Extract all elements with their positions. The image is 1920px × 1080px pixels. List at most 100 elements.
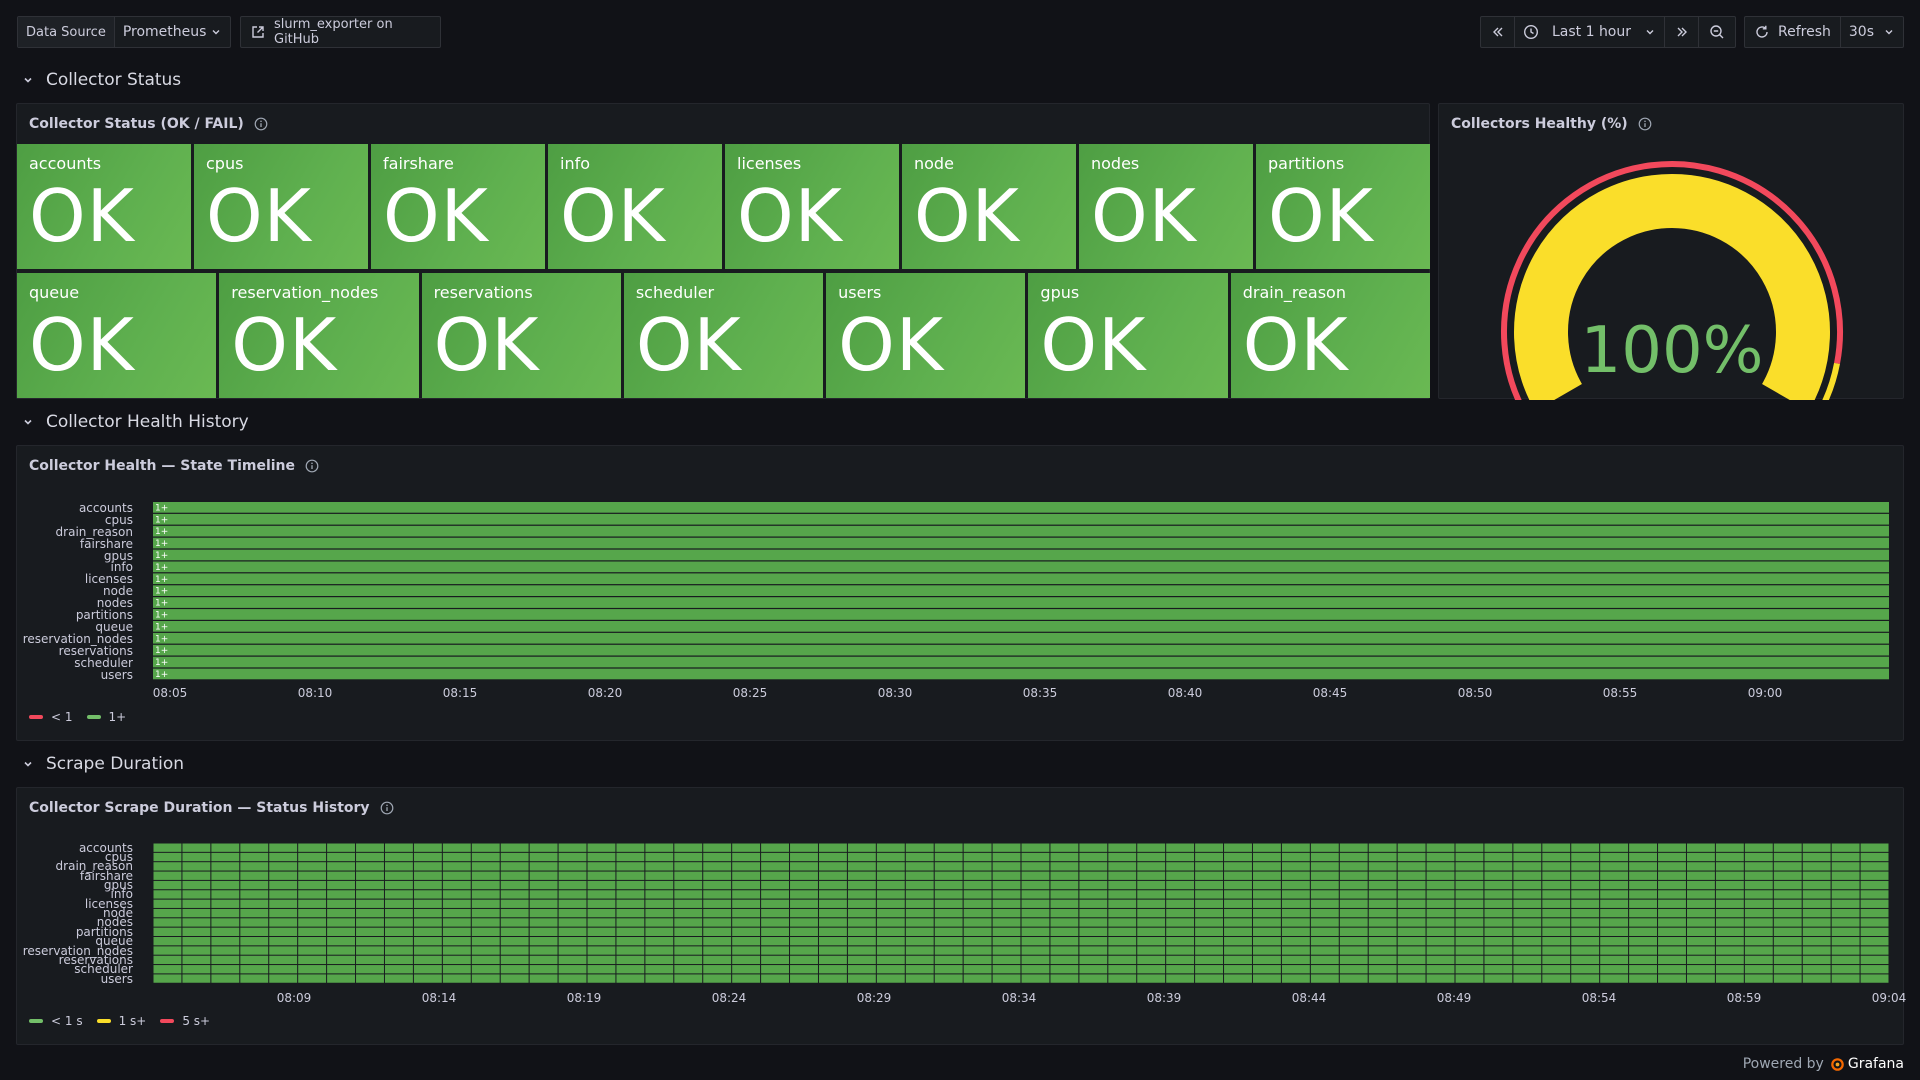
history-cell[interactable] bbox=[558, 880, 587, 890]
history-cell[interactable] bbox=[1600, 871, 1629, 880]
history-cell[interactable] bbox=[269, 918, 298, 927]
history-cell[interactable] bbox=[963, 899, 992, 908]
history-cell[interactable] bbox=[1195, 937, 1224, 946]
history-cell[interactable] bbox=[905, 890, 934, 899]
history-cell[interactable] bbox=[442, 965, 471, 974]
history-cell[interactable] bbox=[905, 946, 934, 955]
history-cell[interactable] bbox=[1571, 899, 1600, 908]
history-cell[interactable] bbox=[645, 908, 674, 918]
history-cell[interactable] bbox=[587, 862, 616, 871]
history-cell[interactable] bbox=[413, 899, 442, 908]
history-cell[interactable] bbox=[1802, 908, 1831, 918]
history-cell[interactable] bbox=[616, 880, 645, 890]
timeline-bar-gpus[interactable] bbox=[153, 549, 1889, 561]
history-cell[interactable] bbox=[674, 843, 703, 852]
history-cell[interactable] bbox=[1773, 937, 1802, 946]
history-cell[interactable] bbox=[1339, 937, 1368, 946]
history-cell[interactable] bbox=[384, 927, 413, 936]
history-cell[interactable] bbox=[645, 965, 674, 974]
history-cell[interactable] bbox=[732, 852, 761, 862]
history-cell[interactable] bbox=[1108, 937, 1137, 946]
history-cell[interactable] bbox=[471, 871, 500, 880]
history-cell[interactable] bbox=[471, 946, 500, 955]
row-collector-status[interactable]: Collector Status bbox=[22, 67, 181, 93]
history-cell[interactable] bbox=[645, 918, 674, 927]
history-cell[interactable] bbox=[1686, 843, 1715, 852]
history-cell[interactable] bbox=[1600, 974, 1629, 983]
history-cell[interactable] bbox=[1252, 852, 1281, 862]
history-cell[interactable] bbox=[1860, 955, 1889, 965]
history-cell[interactable] bbox=[1339, 946, 1368, 955]
history-cell[interactable] bbox=[1252, 862, 1281, 871]
history-cell[interactable] bbox=[1021, 908, 1050, 918]
history-cell[interactable] bbox=[616, 965, 645, 974]
history-cell[interactable] bbox=[471, 955, 500, 965]
history-cell[interactable] bbox=[1773, 890, 1802, 899]
history-cell[interactable] bbox=[471, 937, 500, 946]
history-cell[interactable] bbox=[153, 899, 182, 908]
history-cell[interactable] bbox=[1629, 880, 1658, 890]
history-cell[interactable] bbox=[1281, 918, 1310, 927]
history-cell[interactable] bbox=[529, 946, 558, 955]
history-cell[interactable] bbox=[818, 965, 847, 974]
history-cell[interactable] bbox=[1108, 974, 1137, 983]
history-cell[interactable] bbox=[1310, 871, 1339, 880]
history-cell[interactable] bbox=[1513, 965, 1542, 974]
history-cell[interactable] bbox=[529, 862, 558, 871]
history-cell[interactable] bbox=[616, 890, 645, 899]
history-cell[interactable] bbox=[1629, 965, 1658, 974]
history-cell[interactable] bbox=[1137, 908, 1166, 918]
history-cell[interactable] bbox=[269, 946, 298, 955]
history-cell[interactable] bbox=[703, 862, 732, 871]
history-cell[interactable] bbox=[1166, 899, 1195, 908]
history-cell[interactable] bbox=[500, 899, 529, 908]
history-cell[interactable] bbox=[413, 890, 442, 899]
history-cell[interactable] bbox=[153, 955, 182, 965]
history-cell[interactable] bbox=[1629, 843, 1658, 852]
history-cell[interactable] bbox=[587, 890, 616, 899]
history-cell[interactable] bbox=[1397, 918, 1426, 927]
history-cell[interactable] bbox=[471, 890, 500, 899]
history-cell[interactable] bbox=[240, 937, 269, 946]
history-cell[interactable] bbox=[1252, 955, 1281, 965]
history-cell[interactable] bbox=[153, 852, 182, 862]
history-cell[interactable] bbox=[1600, 880, 1629, 890]
history-cell[interactable] bbox=[1368, 852, 1397, 862]
history-cell[interactable] bbox=[703, 955, 732, 965]
history-cell[interactable] bbox=[269, 843, 298, 852]
history-cell[interactable] bbox=[327, 918, 356, 927]
history-cell[interactable] bbox=[674, 974, 703, 983]
history-cell[interactable] bbox=[1339, 908, 1368, 918]
history-cell[interactable] bbox=[1513, 843, 1542, 852]
history-cell[interactable] bbox=[1831, 862, 1860, 871]
history-cell[interactable] bbox=[1860, 927, 1889, 936]
history-cell[interactable] bbox=[1571, 862, 1600, 871]
history-cell[interactable] bbox=[1455, 871, 1484, 880]
history-cell[interactable] bbox=[413, 937, 442, 946]
history-cell[interactable] bbox=[992, 955, 1021, 965]
history-cell[interactable] bbox=[876, 974, 905, 983]
history-cell[interactable] bbox=[703, 890, 732, 899]
history-cell[interactable] bbox=[1629, 927, 1658, 936]
history-cell[interactable] bbox=[732, 937, 761, 946]
history-cell[interactable] bbox=[1281, 862, 1310, 871]
history-cell[interactable] bbox=[1079, 955, 1108, 965]
history-cell[interactable] bbox=[240, 890, 269, 899]
history-cell[interactable] bbox=[732, 880, 761, 890]
history-cell[interactable] bbox=[1686, 918, 1715, 927]
history-cell[interactable] bbox=[1252, 871, 1281, 880]
history-cell[interactable] bbox=[1686, 890, 1715, 899]
row-collector-health-history[interactable]: Collector Health History bbox=[22, 409, 249, 435]
history-cell[interactable] bbox=[761, 955, 790, 965]
history-cell[interactable] bbox=[1137, 965, 1166, 974]
history-cell[interactable] bbox=[442, 918, 471, 927]
history-cell[interactable] bbox=[1339, 918, 1368, 927]
history-cell[interactable] bbox=[298, 918, 327, 927]
history-cell[interactable] bbox=[1802, 862, 1831, 871]
history-cell[interactable] bbox=[384, 890, 413, 899]
history-cell[interactable] bbox=[1744, 899, 1773, 908]
history-cell[interactable] bbox=[1252, 965, 1281, 974]
history-cell[interactable] bbox=[703, 974, 732, 983]
history-cell[interactable] bbox=[500, 843, 529, 852]
history-cell[interactable] bbox=[1252, 908, 1281, 918]
